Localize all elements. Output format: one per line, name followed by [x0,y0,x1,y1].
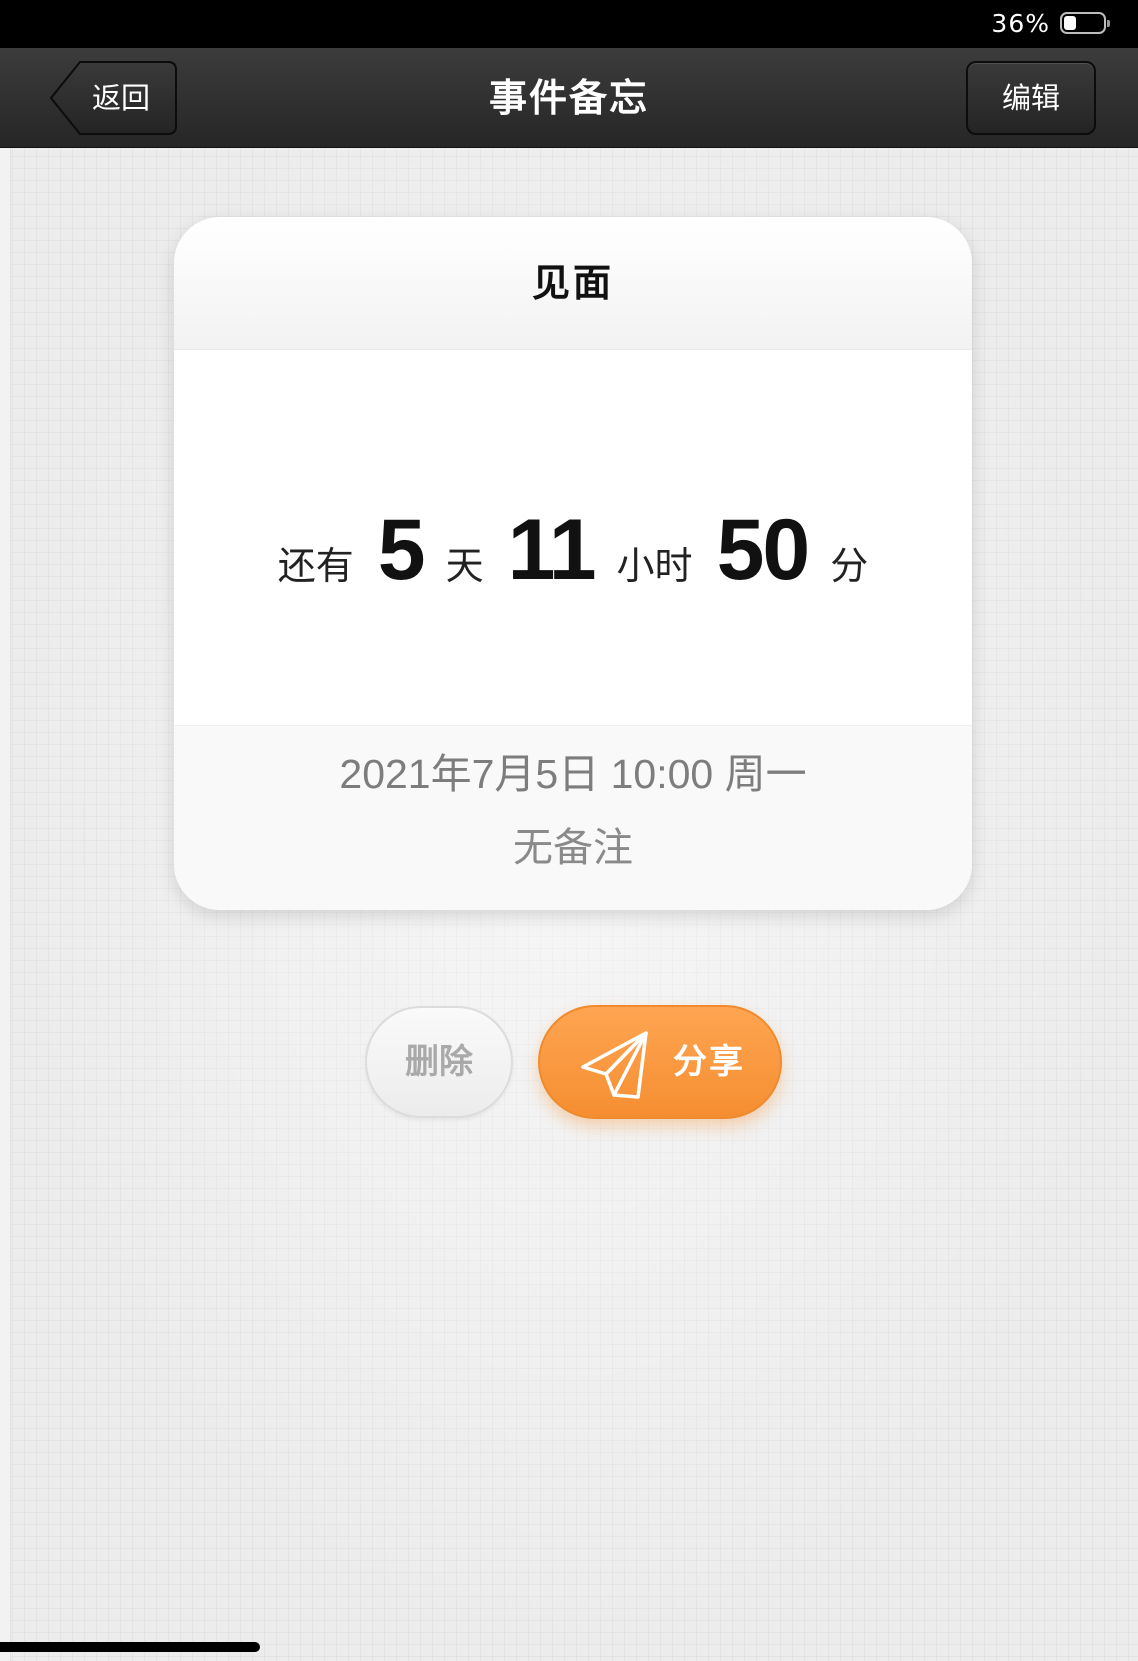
battery-percentage: 36% [991,9,1050,38]
countdown-prefix: 还有 [277,544,354,588]
battery-fill [1064,16,1076,30]
countdown-days-unit: 天 [445,544,484,588]
countdown-hours-unit: 小时 [616,544,693,588]
event-title: 见面 [531,261,614,305]
countdown-minutes: 50 [716,502,811,598]
countdown-minutes-unit: 分 [830,544,869,588]
status-bar: 36% [0,0,1138,48]
delete-button[interactable]: 删除 [365,1006,513,1118]
event-card: 见面 还有 5 天 11 小时 50 分 2021年7月5日 10:00 周一 … [174,217,972,910]
paper-plane-icon [581,1031,648,1099]
countdown-hours: 11 [507,502,597,598]
background-panel-edge [0,148,11,1661]
battery-icon [1060,12,1110,34]
event-note: 无备注 [513,825,633,871]
countdown-days: 5 [377,502,426,598]
event-card-footer: 2021年7月5日 10:00 周一 无备注 [174,725,972,910]
event-card-header: 见面 [174,217,972,350]
edit-button[interactable]: 编辑 [966,61,1096,135]
share-button[interactable]: 分享 [538,1005,782,1119]
event-datetime: 2021年7月5日 10:00 周一 [339,751,807,797]
home-indicator [0,1642,260,1652]
share-label: 分享 [673,1042,745,1082]
navigation-bar: 返回 事件备忘 编辑 [0,48,1138,148]
countdown: 还有 5 天 11 小时 50 分 [174,501,972,601]
